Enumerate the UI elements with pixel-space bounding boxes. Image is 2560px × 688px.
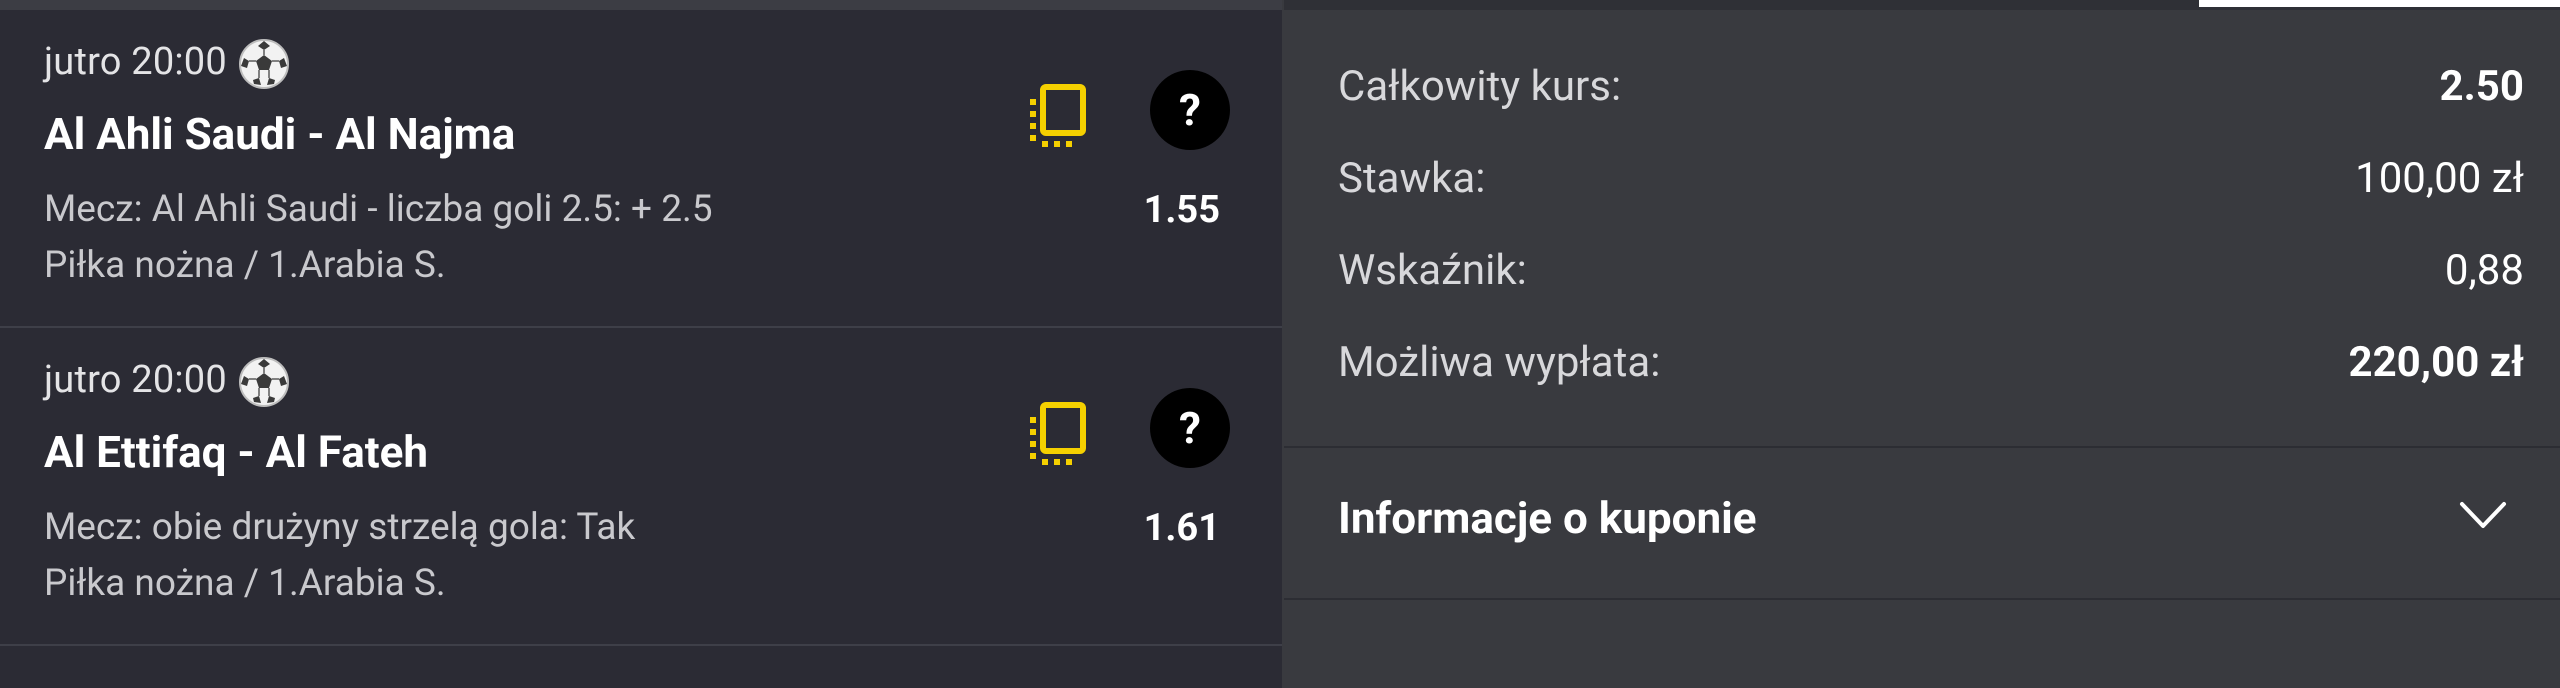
factor-label: Wskaźnik: [1338, 246, 1527, 295]
event-time: jutro 20:00 [44, 358, 227, 402]
soccer-ball-icon [239, 39, 289, 89]
help-button[interactable]: ? [1150, 70, 1230, 150]
active-tab-indicator [2199, 0, 2560, 7]
divider [0, 644, 1282, 646]
payout-value: 220,00 zł [2348, 338, 2524, 387]
coupon-info-label: Informacje o kuponie [1338, 492, 1757, 544]
event-time: jutro 20:00 [44, 40, 227, 84]
copy-coupon-icon[interactable] [1026, 402, 1088, 468]
selection-odd: 1.61 [1143, 506, 1220, 550]
market-description: Mecz: obie drużyny strzelą gola: Tak [44, 506, 636, 549]
copy-coupon-icon[interactable] [1026, 84, 1088, 150]
coupon-summary-panel: Całkowity kurs: 2.50 Stawka: 100,00 zł W… [1284, 0, 2560, 688]
help-button[interactable]: ? [1150, 388, 1230, 468]
divider [1284, 598, 2560, 600]
selections-panel: jutro 20:00 Al Ahli Saudi - Al Najma Mec… [0, 0, 1282, 688]
top-bar [0, 0, 1282, 10]
total-odds-value: 2.50 [2439, 62, 2524, 111]
betslip-screen: jutro 20:00 Al Ahli Saudi - Al Najma Mec… [0, 0, 2560, 688]
league-label: Piłka nożna / 1.Arabia S. [44, 562, 446, 605]
bet-selection[interactable]: jutro 20:00 Al Ahli Saudi - Al Najma Mec… [0, 10, 1282, 328]
selection-odd: 1.55 [1143, 188, 1220, 232]
match-title: Al Ettifaq - Al Fateh [44, 426, 429, 478]
market-description: Mecz: Al Ahli Saudi - liczba goli 2.5: +… [44, 188, 713, 231]
factor-value: 0,88 [2444, 246, 2524, 295]
stake-label: Stawka: [1338, 154, 1486, 203]
stake-value: 100,00 zł [2355, 154, 2524, 203]
help-icon: ? [1179, 84, 1201, 136]
coupon-info-toggle[interactable]: Informacje o kuponie [1284, 448, 2560, 598]
help-icon: ? [1179, 402, 1201, 454]
league-label: Piłka nożna / 1.Arabia S. [44, 244, 446, 287]
match-title: Al Ahli Saudi - Al Najma [44, 108, 516, 160]
chevron-down-icon [2460, 502, 2506, 528]
bet-selection[interactable]: jutro 20:00 Al Ettifaq - Al Fateh Mecz: … [0, 328, 1282, 646]
total-odds-label: Całkowity kurs: [1338, 62, 1622, 111]
payout-label: Możliwa wypłata: [1338, 338, 1661, 387]
soccer-ball-icon [239, 357, 289, 407]
